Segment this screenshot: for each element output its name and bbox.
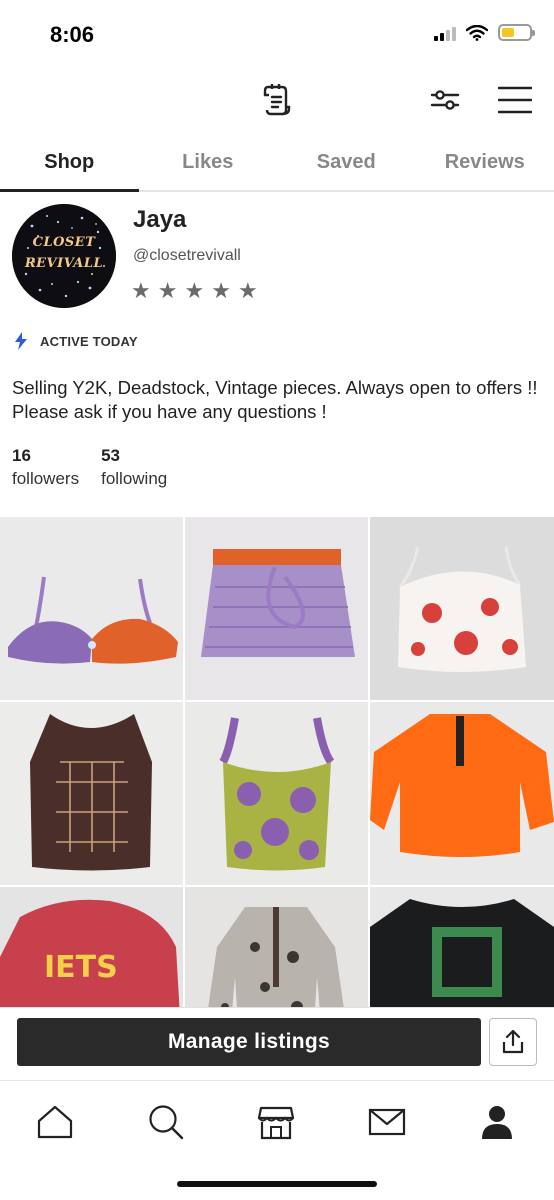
listing-patterned-long-sleeve-top[interactable] (185, 887, 368, 1007)
listing-orange-fleece-pullover[interactable] (370, 702, 554, 885)
tab-saved[interactable]: Saved (277, 138, 416, 190)
tab-likes[interactable]: Likes (139, 138, 278, 190)
listing-red-varsity-sweatshirt[interactable]: IETS (0, 887, 183, 1007)
star-icon: ★ (184, 278, 205, 303)
manage-bar: Manage listings (0, 1007, 554, 1079)
following-stat[interactable]: 53 following (101, 446, 167, 489)
profile-name: Jaya (133, 206, 187, 233)
star-icon: ★ (131, 278, 151, 303)
status-bar: 8:06 (0, 0, 554, 70)
avatar-text-line2: REVIVALL (24, 256, 104, 271)
share-icon (502, 1030, 524, 1054)
battery-icon (498, 24, 535, 41)
signal-icon (434, 25, 456, 41)
wifi-icon (466, 24, 488, 41)
listing-green-floral-corset-top[interactable] (185, 702, 368, 885)
home-indicator (177, 1181, 377, 1187)
status-time: 8:06 (50, 22, 95, 47)
followers-label: followers (12, 469, 80, 488)
listing-crochet-mini-skirt[interactable] (185, 517, 368, 700)
status-icons (434, 24, 535, 41)
listings-grid: IETS RYDIN DIRTY (0, 517, 554, 1007)
star-icon: ★ (157, 278, 178, 303)
mail-icon[interactable] (366, 1101, 408, 1143)
following-label: following (101, 469, 168, 488)
profile-bio: Selling Y2K, Deadstock, Vintage pieces. … (12, 377, 538, 422)
listing-black-graphic-tee[interactable]: RYDIN DIRTY (370, 887, 554, 1007)
svg-text:IETS: IETS (44, 950, 118, 985)
top-header (0, 70, 554, 130)
profile-icon[interactable] (476, 1101, 518, 1143)
active-status: ACTIVE TODAY (14, 332, 138, 350)
search-icon[interactable] (145, 1101, 187, 1143)
manage-listings-button[interactable]: Manage listings (17, 1018, 481, 1066)
follow-stats: 16 followers 53 following (12, 446, 167, 489)
active-status-label: ACTIVE TODAY (40, 333, 138, 349)
lightning-bolt-icon (15, 332, 27, 350)
share-button[interactable] (489, 1018, 537, 1066)
filter-sliders-icon[interactable] (426, 82, 464, 118)
shop-icon[interactable] (255, 1101, 297, 1143)
listing-floral-cami-top[interactable] (370, 517, 554, 700)
tab-reviews[interactable]: Reviews (416, 138, 554, 190)
receipt-icon[interactable] (257, 80, 297, 120)
star-icon: ★ (211, 278, 231, 303)
avatar-text-line1: CLOSET (32, 235, 96, 250)
tab-shop[interactable]: Shop (0, 138, 139, 192)
rating-stars[interactable]: ★ ★ ★ ★ ★ (131, 280, 258, 302)
hamburger-menu-icon[interactable] (494, 80, 536, 120)
profile-handle: @closetrevivall (133, 247, 241, 264)
profile-tabs: Shop Likes Saved Reviews (0, 138, 554, 192)
followers-count: 16 (12, 446, 31, 465)
home-icon[interactable] (34, 1101, 76, 1143)
listing-brown-embroidered-tank[interactable] (0, 702, 183, 885)
following-count: 53 (101, 446, 121, 465)
listing-crochet-bikini-top[interactable] (0, 517, 183, 700)
followers-stat[interactable]: 16 followers (12, 446, 79, 489)
star-icon: ★ (237, 278, 258, 303)
avatar[interactable]: CLOSET REVIVALL (12, 204, 116, 308)
